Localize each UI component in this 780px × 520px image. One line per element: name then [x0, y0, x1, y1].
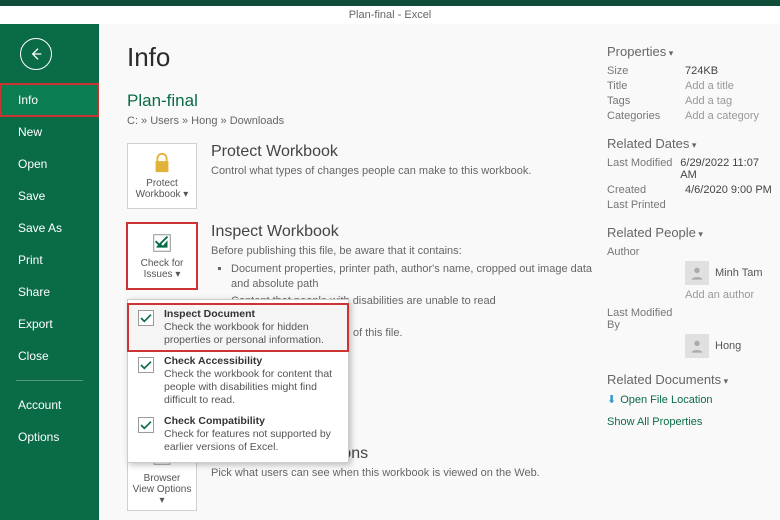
menu-item-icon [136, 355, 158, 377]
nav-item-share[interactable]: Share [0, 276, 99, 308]
date-value: 6/29/2022 11:07 AM [680, 157, 772, 181]
author-name: Minh Tam [715, 267, 762, 279]
back-button[interactable] [20, 38, 52, 70]
date-value: 4/6/2020 9:00 PM [685, 184, 772, 196]
back-arrow-icon [28, 46, 44, 62]
nav-item-options[interactable]: Options [0, 421, 99, 453]
truncated-text: of this file. [353, 327, 403, 339]
page-title: Info [127, 42, 597, 73]
nav-item-save-as[interactable]: Save As [0, 212, 99, 244]
prop-value[interactable]: Add a category [685, 110, 759, 122]
document-name: Plan-final [127, 91, 597, 111]
related-people-heading: Related People [607, 225, 772, 240]
properties-heading[interactable]: Properties [607, 44, 772, 59]
prop-label: Categories [607, 110, 685, 122]
prop-label: Tags [607, 95, 685, 107]
add-author[interactable]: Add an author [685, 289, 754, 301]
related-documents-heading: Related Documents [607, 372, 772, 387]
inspect-icon [151, 232, 173, 254]
nav-item-export[interactable]: Export [0, 308, 99, 340]
prop-value: 724KB [685, 65, 718, 77]
menu-item-icon [136, 415, 158, 437]
show-all-properties-link[interactable]: Show All Properties [607, 416, 772, 428]
protect-workbook-desc: Control what types of changes people can… [211, 164, 597, 179]
date-label: Last Modified [607, 157, 680, 181]
protect-workbook-heading: Protect Workbook [211, 143, 597, 161]
nav-item-info[interactable]: Info [0, 84, 99, 116]
document-path[interactable]: C: » Users » Hong » Downloads [127, 115, 597, 127]
check-for-issues-button[interactable]: Check for Issues ▾ [127, 223, 197, 289]
prop-label: Size [607, 65, 685, 77]
nav-item-close[interactable]: Close [0, 340, 99, 372]
nav-item-open[interactable]: Open [0, 148, 99, 180]
prop-value[interactable]: Add a tag [685, 95, 732, 107]
inspect-workbook-heading: Inspect Workbook [211, 223, 597, 241]
date-label: Last Printed [607, 199, 685, 211]
check-issues-dropdown: Inspect DocumentCheck the workbook for h… [127, 299, 349, 463]
protect-workbook-button[interactable]: Protect Workbook ▾ [127, 143, 197, 209]
download-icon: ⬇ [607, 394, 616, 406]
author-label: Author [607, 246, 685, 258]
menu-item-check-compatibility[interactable]: Check CompatibilityCheck for features no… [128, 411, 348, 458]
modified-by-name: Hong [715, 340, 741, 352]
info-pane: Info Plan-final C: » Users » Hong » Down… [127, 42, 597, 510]
related-dates-heading: Related Dates [607, 136, 772, 151]
properties-panel: Properties Size724KBTitleAdd a titleTags… [597, 42, 772, 510]
menu-item-icon [136, 308, 158, 330]
nav-item-account[interactable]: Account [0, 389, 99, 421]
browser-view-desc: Pick what users can see when this workbo… [211, 466, 597, 481]
prop-label: Title [607, 80, 685, 92]
menu-item-check-accessibility[interactable]: Check AccessibilityCheck the workbook fo… [128, 351, 348, 411]
date-label: Created [607, 184, 685, 196]
nav-item-save[interactable]: Save [0, 180, 99, 212]
avatar [685, 261, 709, 285]
nav-item-new[interactable]: New [0, 116, 99, 148]
open-file-location-link[interactable]: ⬇Open File Location [607, 393, 772, 406]
modified-by-label: Last Modified By [607, 307, 685, 331]
menu-item-inspect-document[interactable]: Inspect DocumentCheck the workbook for h… [128, 304, 348, 351]
lock-icon [151, 152, 173, 174]
inspect-bullet: Document properties, printer path, autho… [231, 262, 597, 292]
avatar [685, 334, 709, 358]
nav-item-print[interactable]: Print [0, 244, 99, 276]
title-bar: Plan-final - Excel [0, 0, 780, 24]
backstage-sidebar: InfoNewOpenSaveSave AsPrintShareExportCl… [0, 24, 99, 520]
prop-value[interactable]: Add a title [685, 80, 734, 92]
